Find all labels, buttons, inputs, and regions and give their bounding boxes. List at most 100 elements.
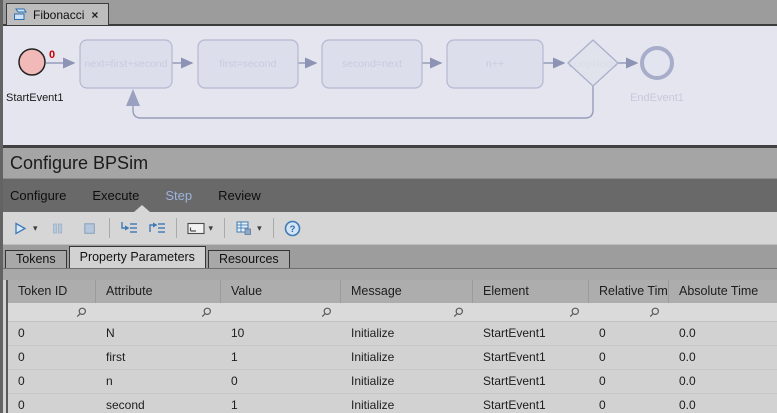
filter-cell-message[interactable] [341,303,473,321]
document-tab-fibonacci[interactable]: Fibonacci × [6,3,109,25]
task-label: n++ [486,58,504,70]
column-header-element[interactable]: Element [473,280,589,303]
toolbar-separator [109,218,110,238]
run-dropdown-caret-icon[interactable]: ▾ [33,223,38,234]
filter-cell-attribute[interactable] [96,303,221,321]
cell-value: 1 [221,394,341,413]
console-dropdown-caret-icon[interactable]: ▾ [209,223,214,234]
diagram-icon [13,8,27,21]
magnifier-icon [321,307,332,318]
magnifier-icon [649,307,660,318]
magnifier-icon [201,307,212,318]
cell-token-id: 0 [8,394,96,413]
cell-token-id: 0 [8,346,96,369]
cell-message: Initialize [341,346,473,369]
task-label: first=second [220,58,277,70]
filter-cell-absolute-time[interactable] [669,303,777,321]
property-parameters-table: Token ID Attribute Value Message Element… [6,280,777,413]
window-left-edge [0,0,3,413]
start-event-node[interactable] [19,49,45,75]
task-node-3[interactable]: second=next [322,40,422,88]
cell-absolute-time: 0.0 [669,394,777,413]
task-node-1[interactable]: next=first+second [80,40,172,88]
toolbar-separator [176,218,177,238]
bpsim-toolbar: ▾ [0,212,777,245]
column-header-value[interactable]: Value [221,280,341,303]
tab-resources[interactable]: Resources [208,250,290,268]
active-menu-notch [134,205,150,212]
cell-token-id: 0 [8,370,96,393]
menu-item-step[interactable]: Step [165,188,192,203]
toolbar-separator [273,218,274,238]
cell-value: 10 [221,322,341,345]
step-over-button[interactable] [145,216,169,240]
result-tabs: Tokens Property Parameters Resources [0,245,777,268]
filter-cell-relative-time[interactable] [589,303,669,321]
tab-property-parameters[interactable]: Property Parameters [69,246,206,268]
cell-value: 0 [221,370,341,393]
task-label: second=next [342,58,402,70]
cell-element: StartEvent1 [473,322,589,345]
gateway-node[interactable]: LoopNode [568,40,618,86]
end-event-node[interactable] [642,48,672,78]
cell-relative-time: 0 [589,394,669,413]
table-filter-row [8,303,777,322]
column-header-relative-time[interactable]: Relative Time [589,280,669,303]
tabs-underline-band [0,268,777,280]
cell-attribute: n [96,370,221,393]
step-into-button[interactable] [117,216,141,240]
column-header-attribute[interactable]: Attribute [96,280,221,303]
bpmn-diagram-canvas: 0 StartEvent1 next=first+second first=se… [0,26,777,145]
filter-cell-token-id[interactable] [8,303,96,321]
cell-message: Initialize [341,322,473,345]
column-header-message[interactable]: Message [341,280,473,303]
page-title: Configure BPSim [10,153,148,174]
export-grid-button[interactable] [232,216,256,240]
column-header-token-id[interactable]: Token ID [8,280,96,303]
table-row[interactable]: 0 first 1 Initialize StartEvent1 0 0.0 [8,346,777,370]
export-dropdown-caret-icon[interactable]: ▾ [257,223,262,234]
svg-text:?: ? [290,224,296,235]
task-node-2[interactable]: first=second [198,40,298,88]
step-over-icon [148,221,166,235]
cell-element: StartEvent1 [473,394,589,413]
cell-message: Initialize [341,394,473,413]
menu-item-execute[interactable]: Execute [92,188,139,203]
cell-relative-time: 0 [589,322,669,345]
task-node-4[interactable]: n++ [447,40,543,88]
toolbar-separator [224,218,225,238]
pause-button[interactable] [46,216,70,240]
document-tab-label: Fibonacci [33,8,84,22]
cell-relative-time: 0 [589,370,669,393]
help-button[interactable]: ? [281,216,305,240]
filter-cell-element[interactable] [473,303,589,321]
table-row[interactable]: 0 second 1 Initialize StartEvent1 0 0.0 [8,394,777,413]
tab-tokens[interactable]: Tokens [5,250,67,268]
table-row[interactable]: 0 N 10 Initialize StartEvent1 0 0.0 [8,322,777,346]
menu-item-configure[interactable]: Configure [10,188,66,203]
bpsim-panel-titlebar: Configure BPSim [0,148,777,179]
cell-relative-time: 0 [589,346,669,369]
token-badge: 0 [49,49,55,61]
help-icon: ? [284,220,301,237]
close-icon[interactable]: × [90,9,99,21]
column-header-absolute-time[interactable]: Absolute Time [669,280,777,303]
console-window-button[interactable] [184,216,208,240]
cell-absolute-time: 0.0 [669,322,777,345]
cell-token-id: 0 [8,322,96,345]
stop-button[interactable] [78,216,102,240]
end-event-label: EndEvent1 [630,92,684,104]
cell-element: StartEvent1 [473,370,589,393]
loop-arrowhead [126,89,140,106]
magnifier-icon [76,307,87,318]
table-row[interactable]: 0 n 0 Initialize StartEvent1 0 0.0 [8,370,777,394]
cell-attribute: N [96,322,221,345]
export-grid-icon [236,221,252,235]
start-event-label: StartEvent1 [6,92,63,104]
console-window-icon [187,222,205,235]
run-icon [14,222,27,235]
menu-item-review[interactable]: Review [218,188,261,203]
run-button[interactable] [8,216,32,240]
magnifier-icon [569,307,580,318]
filter-cell-value[interactable] [221,303,341,321]
